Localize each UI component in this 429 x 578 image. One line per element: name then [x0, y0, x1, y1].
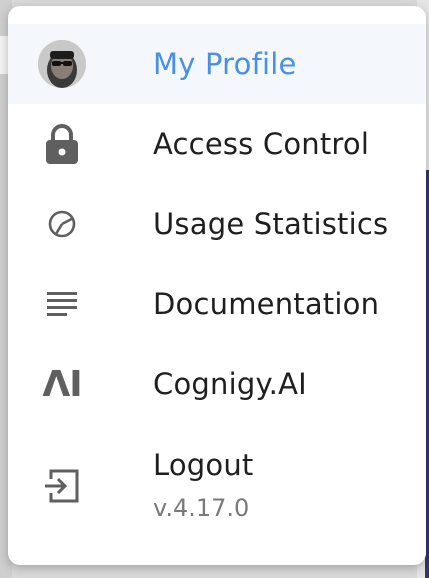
- menu-item-label: Documentation: [153, 287, 380, 321]
- app-version-label: v.4.17.0: [153, 494, 250, 522]
- menu-item-usage-statistics[interactable]: Usage Statistics: [8, 184, 426, 264]
- menu-item-label: Access Control: [153, 127, 370, 161]
- lines-document-icon: [36, 278, 88, 330]
- menu-item-documentation[interactable]: Documentation: [8, 264, 426, 344]
- lock-icon: [36, 118, 88, 170]
- menu-item-label: My Profile: [153, 47, 297, 81]
- user-dropdown-menu: My Profile Access Control Usage Statisti…: [8, 6, 426, 565]
- menu-item-cognigy-ai[interactable]: ΛI Cognigy.AI: [8, 344, 426, 424]
- menu-item-my-profile[interactable]: My Profile: [8, 24, 426, 104]
- ai-logo-icon: ΛI: [42, 363, 82, 405]
- logout-icon: [36, 460, 88, 512]
- menu-item-logout[interactable]: Logout v.4.17.0: [8, 436, 426, 536]
- menu-item-label: Usage Statistics: [153, 207, 389, 241]
- menu-item-label: Logout: [153, 448, 254, 482]
- pie-chart-icon: [36, 198, 88, 250]
- menu-item-label: Cognigy.AI: [153, 367, 307, 401]
- avatar: [36, 38, 88, 90]
- menu-item-access-control[interactable]: Access Control: [8, 104, 426, 184]
